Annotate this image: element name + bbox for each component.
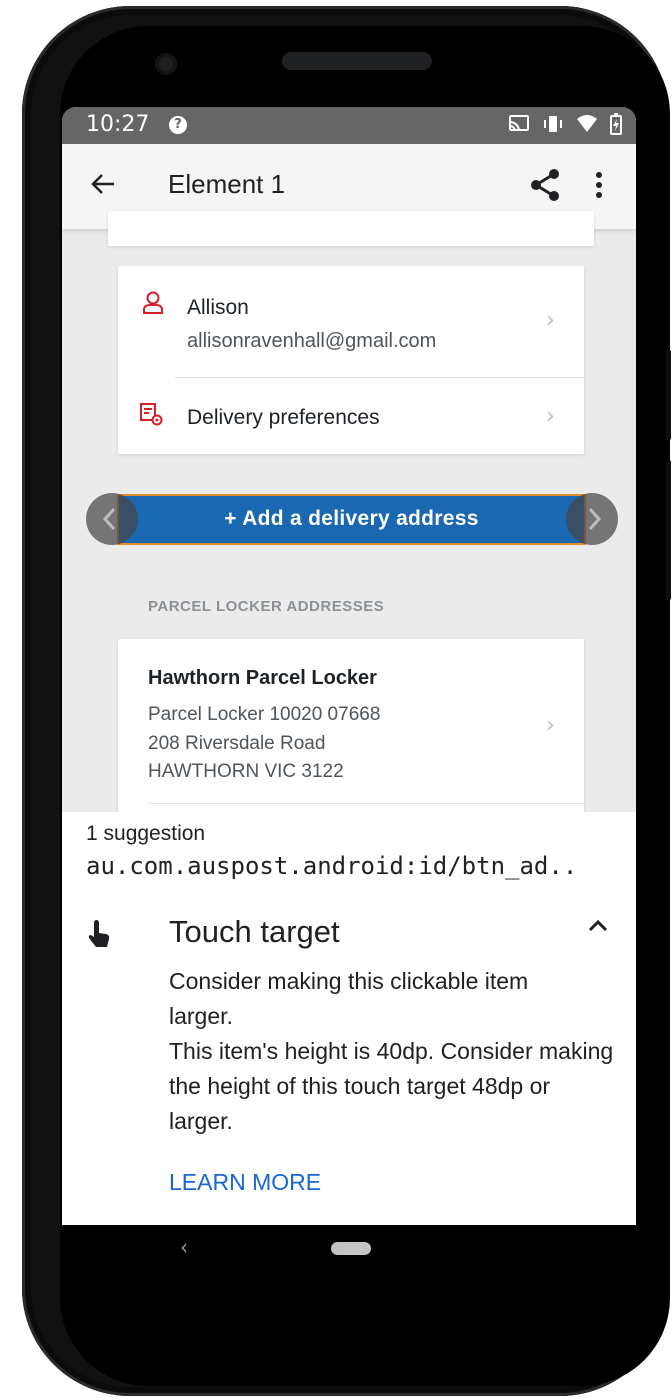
home-button[interactable] bbox=[331, 1242, 371, 1255]
share-icon[interactable] bbox=[530, 169, 560, 201]
status-bar: 10:27 ? bbox=[62, 107, 636, 144]
previous-card bbox=[108, 211, 594, 246]
preferences-settings-icon bbox=[140, 403, 163, 426]
issue-description: Consider making this clickable item larg… bbox=[169, 968, 529, 1029]
vibrate-icon bbox=[544, 116, 562, 132]
chevron-right-icon: › bbox=[546, 308, 555, 333]
status-icons bbox=[508, 113, 622, 135]
chevron-right-icon: › bbox=[546, 713, 555, 738]
delivery-preferences-label: Delivery preferences bbox=[187, 406, 380, 429]
locker-address-line: Parcel Locker 10020 07668 bbox=[148, 704, 381, 725]
wifi-icon bbox=[577, 115, 597, 132]
nav-back-button[interactable]: ‹ bbox=[180, 1235, 188, 1259]
more-vert-icon[interactable] bbox=[595, 171, 603, 199]
volume-button bbox=[666, 350, 671, 440]
divider bbox=[148, 803, 584, 804]
arrow-back-icon[interactable] bbox=[90, 171, 116, 197]
suggestion-count: 1 suggestion bbox=[86, 822, 206, 845]
locker-address-line: 208 Riversdale Road bbox=[148, 733, 326, 754]
person-icon bbox=[143, 291, 163, 314]
issue-title: Touch target bbox=[169, 914, 340, 949]
parcel-locker-card[interactable]: Hawthorn Parcel Locker Parcel Locker 100… bbox=[118, 639, 584, 839]
add-delivery-address-button[interactable]: + Add a delivery address bbox=[117, 494, 586, 545]
chevron-left-icon bbox=[102, 507, 116, 531]
learn-more-link[interactable]: LEARN MORE bbox=[169, 1169, 321, 1196]
system-nav-bar: ‹ bbox=[62, 1225, 636, 1271]
question-mark-icon: ? bbox=[169, 116, 187, 134]
power-button bbox=[666, 460, 671, 600]
chevron-right-icon: › bbox=[546, 404, 555, 429]
expand-less-icon[interactable] bbox=[587, 918, 609, 932]
status-time: 10:27 bbox=[86, 112, 150, 137]
previous-element-button[interactable] bbox=[86, 493, 138, 545]
cast-icon bbox=[509, 115, 529, 132]
next-element-button[interactable] bbox=[566, 493, 618, 545]
delivery-preferences-row[interactable]: Delivery preferences › bbox=[118, 378, 584, 454]
front-camera bbox=[155, 53, 177, 75]
battery-charging-icon bbox=[610, 113, 622, 135]
accessibility-suggestion-panel: 1 suggestion au.com.auspost.android:id/b… bbox=[62, 812, 636, 1225]
locker-title: Hawthorn Parcel Locker bbox=[148, 667, 377, 689]
page-title: Element 1 bbox=[168, 169, 286, 199]
chevron-right-icon bbox=[588, 507, 602, 531]
earpiece-speaker bbox=[282, 52, 432, 70]
resource-id: au.com.auspost.android:id/btn_ad.. bbox=[86, 852, 578, 880]
locker-address-line: HAWTHORN VIC 3122 bbox=[148, 761, 344, 782]
issue-detail: This item's height is 40dp. Consider mak… bbox=[169, 1038, 614, 1134]
contact-email: allisonravenhall@gmail.com bbox=[187, 330, 437, 352]
parcel-locker-section-label: PARCEL LOCKER ADDRESSES bbox=[148, 598, 385, 615]
contact-row[interactable]: Allison allisonravenhall@gmail.com › bbox=[118, 266, 584, 376]
contact-card: Allison allisonravenhall@gmail.com › Del… bbox=[118, 266, 584, 454]
touch-app-icon bbox=[88, 920, 110, 947]
device-screen: 10:27 ? Element 1 Allison allisonravenha… bbox=[62, 107, 636, 1225]
contact-name: Allison bbox=[187, 296, 249, 319]
